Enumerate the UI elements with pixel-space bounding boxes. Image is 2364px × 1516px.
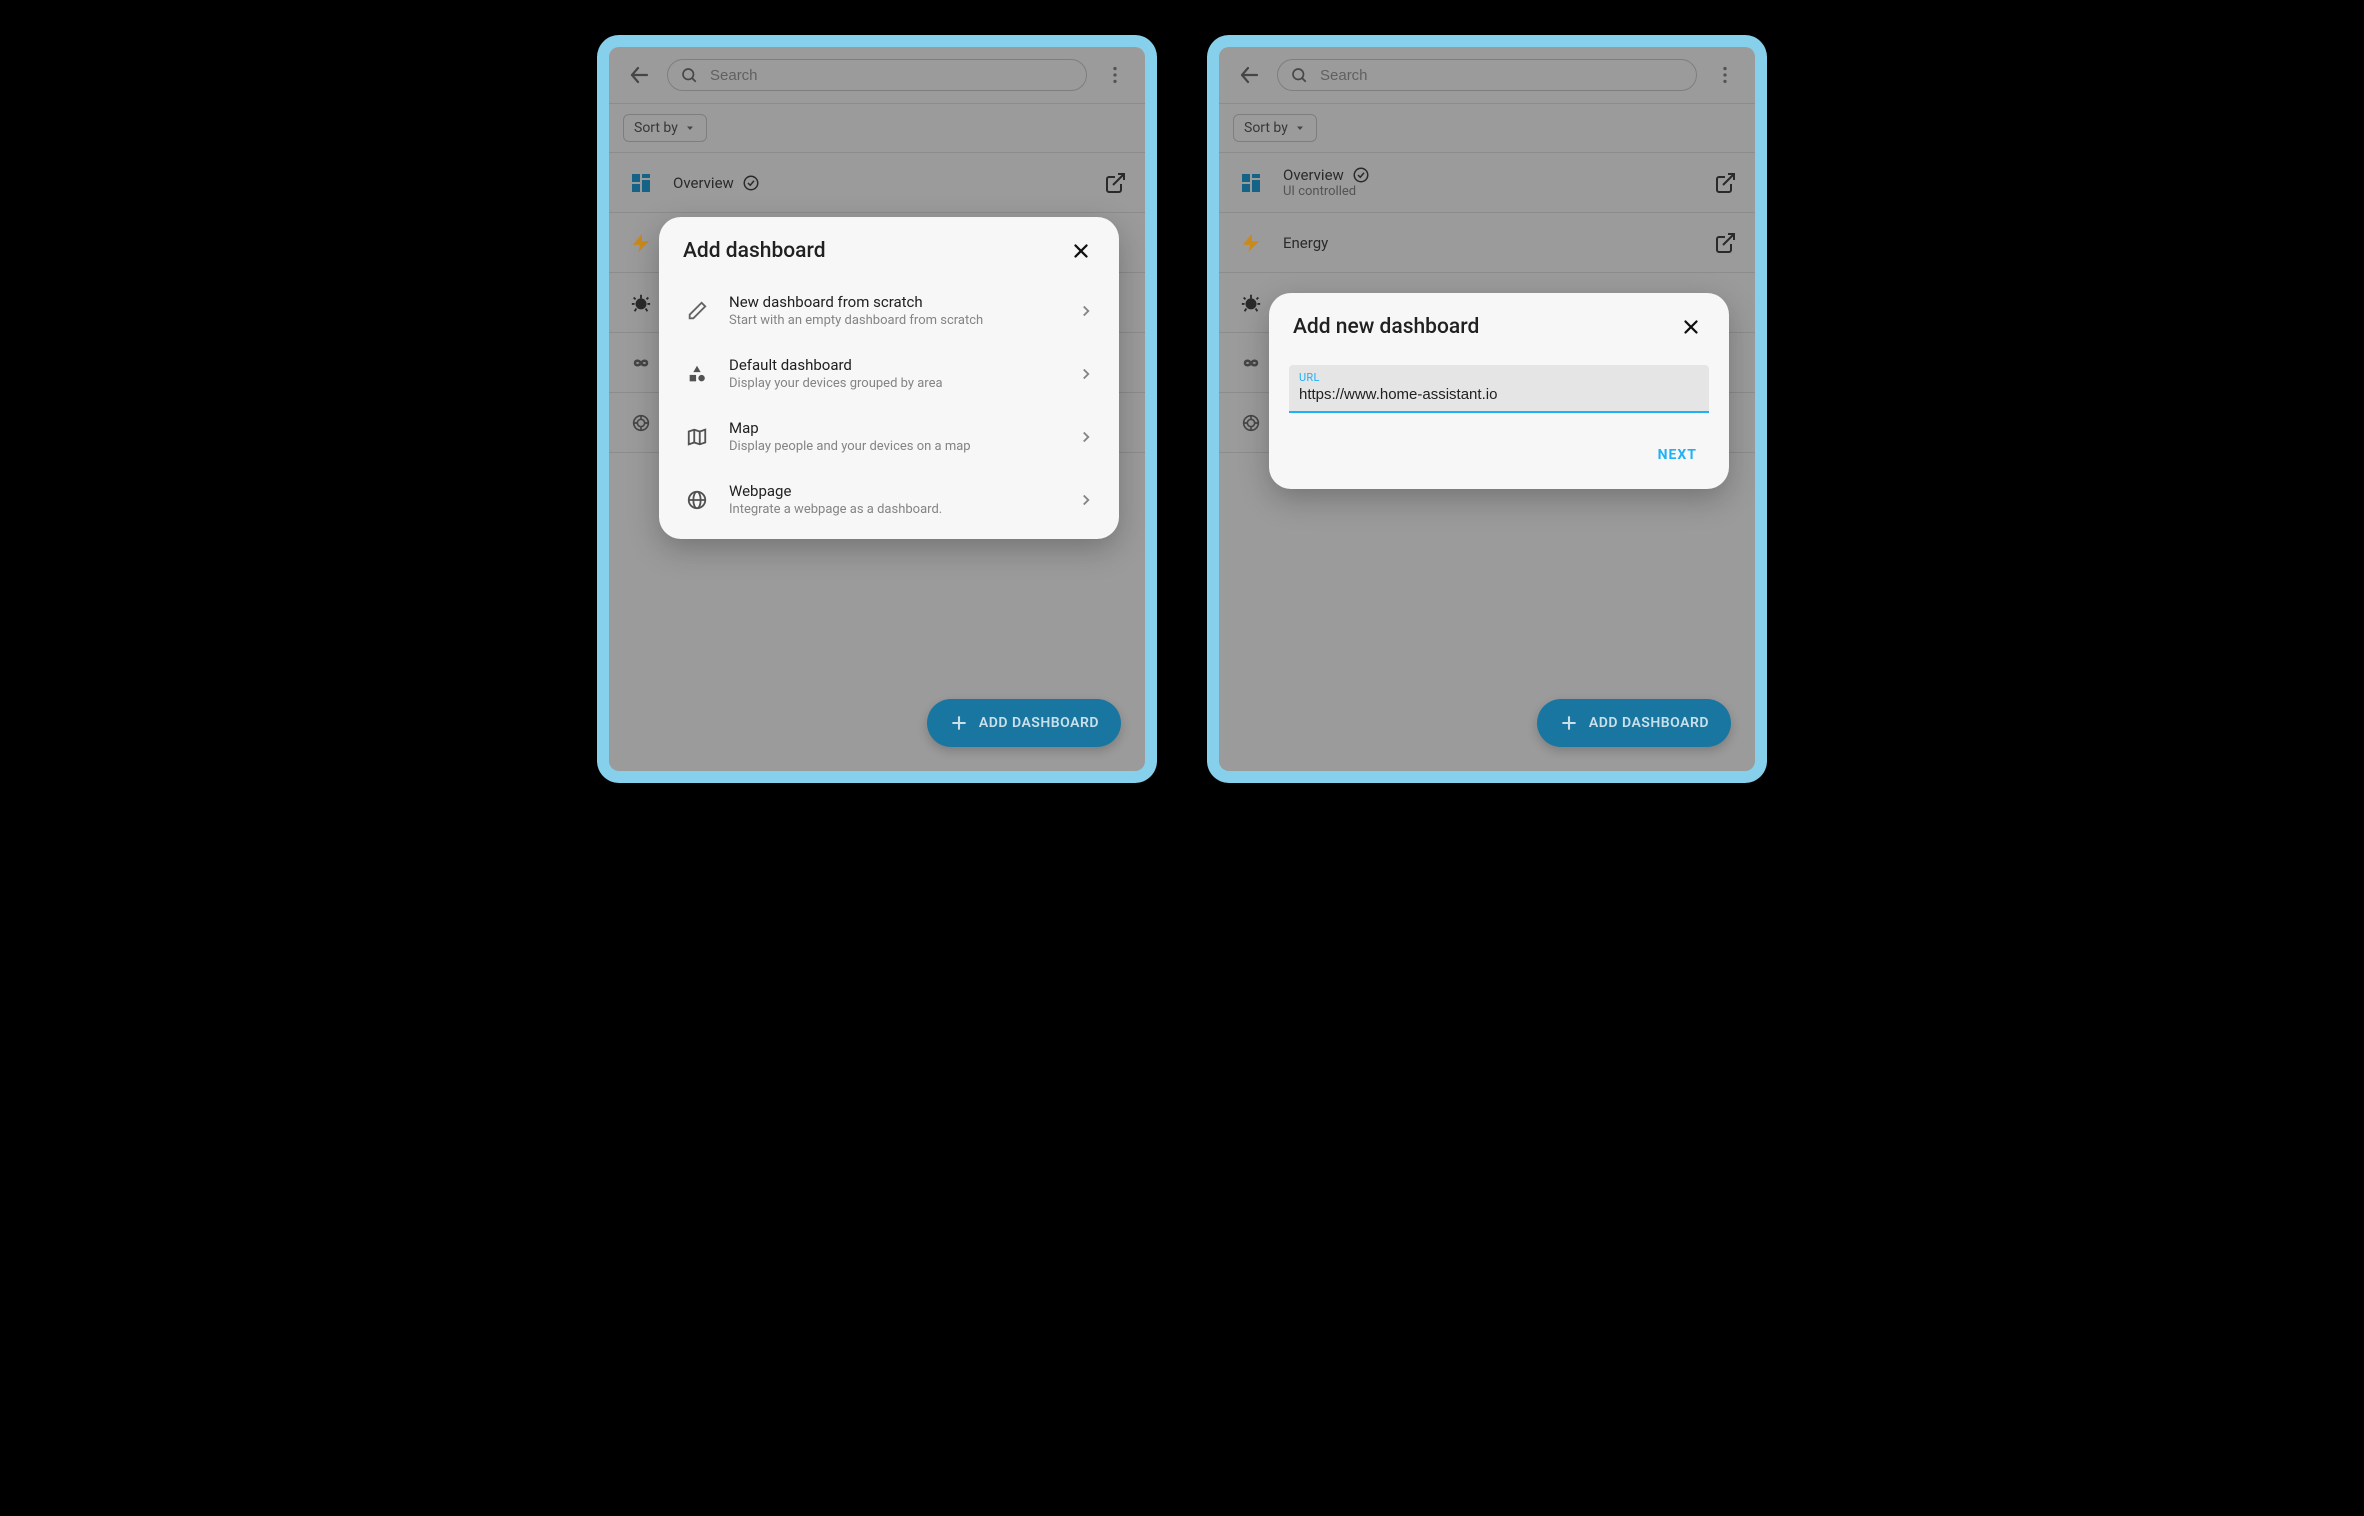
option-title: Webpage — [729, 482, 1059, 500]
phone-frame-right: Sort by Overview UI controlled — [1207, 35, 1767, 783]
option-title: New dashboard from scratch — [729, 293, 1059, 311]
option-new-from-scratch[interactable]: New dashboard from scratch Start with an… — [659, 279, 1119, 342]
dialog-title: Add new dashboard — [1293, 315, 1479, 339]
chevron-right-icon — [1077, 491, 1095, 509]
option-desc: Integrate a webpage as a dashboard. — [729, 502, 1059, 517]
chevron-right-icon — [1077, 428, 1095, 446]
url-field-label: URL — [1299, 371, 1699, 384]
option-title: Default dashboard — [729, 356, 1059, 374]
pencil-icon — [683, 297, 711, 325]
chevron-right-icon — [1077, 302, 1095, 320]
option-desc: Display people and your devices on a map — [729, 439, 1059, 454]
fab-label: ADD DASHBOARD — [1589, 715, 1709, 731]
close-icon — [1680, 316, 1702, 338]
close-button[interactable] — [1677, 313, 1705, 341]
add-dashboard-fab[interactable]: ADD DASHBOARD — [1537, 699, 1731, 747]
option-title: Map — [729, 419, 1059, 437]
globe-icon — [683, 486, 711, 514]
plus-icon — [1559, 713, 1579, 733]
add-dashboard-dialog: Add dashboard New dashboard from scratch… — [659, 217, 1119, 539]
plus-icon — [949, 713, 969, 733]
option-desc: Start with an empty dashboard from scrat… — [729, 313, 1059, 328]
add-new-dashboard-dialog: Add new dashboard URL NEXT — [1269, 293, 1729, 489]
fab-label: ADD DASHBOARD — [979, 715, 1099, 731]
map-icon — [683, 423, 711, 451]
option-default-dashboard[interactable]: Default dashboard Display your devices g… — [659, 342, 1119, 405]
option-webpage[interactable]: Webpage Integrate a webpage as a dashboa… — [659, 468, 1119, 539]
next-button[interactable]: NEXT — [1650, 441, 1705, 469]
chevron-right-icon — [1077, 365, 1095, 383]
add-dashboard-fab[interactable]: ADD DASHBOARD — [927, 699, 1121, 747]
shapes-icon — [683, 360, 711, 388]
option-map[interactable]: Map Display people and your devices on a… — [659, 405, 1119, 468]
url-input[interactable] — [1299, 384, 1699, 405]
screen-left: Sort by Overview — [609, 47, 1145, 771]
dialog-title: Add dashboard — [683, 239, 826, 263]
close-button[interactable] — [1067, 237, 1095, 265]
close-icon — [1070, 240, 1092, 262]
screen-right: Sort by Overview UI controlled — [1219, 47, 1755, 771]
option-desc: Display your devices grouped by area — [729, 376, 1059, 391]
url-field[interactable]: URL — [1289, 365, 1709, 413]
phone-frame-left: Sort by Overview — [597, 35, 1157, 783]
